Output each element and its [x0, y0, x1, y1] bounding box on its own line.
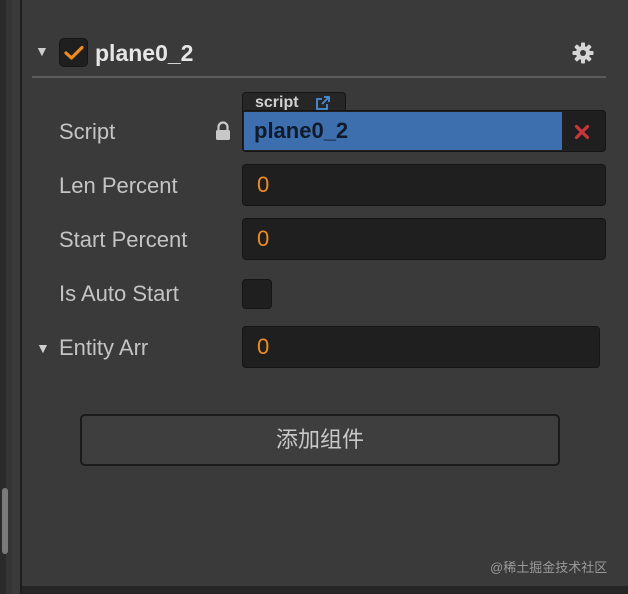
checkmark-icon	[63, 45, 84, 60]
start-percent-input[interactable]: 0	[242, 218, 606, 260]
left-panel-edge	[0, 0, 12, 594]
script-label: Script	[59, 119, 116, 144]
header-divider	[32, 76, 606, 78]
clear-script-button[interactable]	[569, 119, 595, 145]
gear-icon[interactable]	[571, 41, 595, 65]
script-tag[interactable]: script	[242, 92, 346, 112]
component-title: plane0_2	[95, 40, 194, 66]
watermark: @稀土掘金技术社区	[490, 560, 608, 575]
script-asset-field[interactable]: plane0_2	[242, 110, 606, 152]
script-asset-value[interactable]: plane0_2	[244, 112, 562, 150]
script-tag-label: script	[255, 94, 299, 111]
x-icon	[574, 124, 590, 140]
add-component-button[interactable]: 添加组件	[80, 414, 560, 466]
is-auto-start-checkbox[interactable]	[242, 279, 272, 309]
panel-bottom-edge	[22, 586, 628, 594]
lock-icon	[216, 121, 230, 140]
is-auto-start-label: Is Auto Start	[59, 281, 179, 306]
external-link-icon[interactable]	[315, 95, 331, 111]
entity-arr-label: Entity Arr	[59, 335, 149, 360]
len-percent-label: Len Percent	[59, 173, 178, 198]
len-percent-input[interactable]: 0	[242, 164, 606, 206]
panel-divider[interactable]	[20, 0, 22, 594]
left-scrollbar-thumb[interactable]	[2, 488, 8, 554]
component-enable-checkbox[interactable]	[59, 38, 88, 67]
component-fold-icon[interactable]: ▼	[35, 44, 49, 58]
start-percent-label: Start Percent	[59, 227, 188, 252]
entity-arr-size-input[interactable]: 0	[242, 326, 600, 368]
inspector-panel: ▼ plane0_2 Script script plane0_2 Len Pe…	[0, 0, 628, 594]
entity-arr-fold-icon[interactable]: ▼	[36, 341, 50, 355]
